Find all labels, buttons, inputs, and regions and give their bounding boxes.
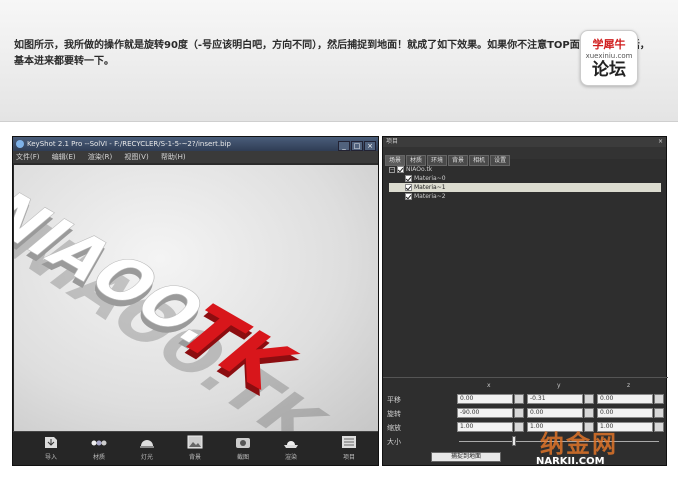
window-titlebar[interactable]: KeyShot 2.1 Pro --SolVI - F:/RECYCLER/S-…	[13, 137, 378, 151]
materials-label: 材质	[92, 454, 105, 461]
forum-logo-url: xuexiniu.com	[585, 52, 633, 60]
size-label: 大小	[387, 438, 401, 446]
lighting-icon	[140, 440, 154, 448]
rotate-x-field[interactable]: -90.00	[457, 408, 513, 418]
rotate-z-spinner[interactable]	[654, 408, 664, 418]
materials-button[interactable]: 材质	[81, 435, 117, 465]
tree-item-label: Materia~0	[414, 175, 446, 182]
tree-item-material[interactable]: Materia~2	[389, 192, 661, 201]
menu-edit[interactable]: 编辑(E)	[52, 153, 76, 161]
menu-bar: 文件(F) 编辑(E) 渲染(R) 视图(V) 帮助(H)	[13, 151, 378, 163]
translate-z-spinner[interactable]	[654, 394, 664, 404]
visibility-checkbox[interactable]	[405, 184, 412, 191]
project-label: 项目	[342, 454, 355, 461]
menu-view[interactable]: 视图(V)	[124, 153, 148, 161]
minimize-button[interactable]: _	[338, 141, 350, 151]
rotate-label: 旋转	[387, 410, 401, 418]
translate-x-spinner[interactable]	[514, 394, 524, 404]
screenshot-button[interactable]: 截图	[225, 435, 261, 465]
render-viewport[interactable]: NIAOO.TK NIAOO. NIAOO. TK TK	[14, 165, 378, 433]
close-button[interactable]: ×	[364, 141, 376, 151]
lighting-button[interactable]: 灯光	[129, 435, 165, 465]
instruction-text: 如图所示，我所做的操作就是旋转90度（-号应该明白吧，方向不同），然后捕捉到地面…	[14, 40, 650, 67]
background-icon	[187, 435, 203, 449]
materials-icon	[91, 440, 107, 446]
tree-item-label: NIAOo.tk	[406, 166, 433, 173]
tree-item-label: Materia~1	[414, 184, 446, 191]
rotate-y-spinner[interactable]	[584, 408, 594, 418]
site-watermark: 纳金网 NARKII.COM	[530, 424, 670, 472]
instruction-banner: 如图所示，我所做的操作就是旋转90度（-号应该明白吧，方向不同），然后捕捉到地面…	[0, 0, 678, 122]
tree-item-material-selected[interactable]: Materia~1	[389, 183, 661, 192]
scale-x-field[interactable]: 1.00	[457, 422, 513, 432]
import-button[interactable]: 导入	[33, 435, 69, 465]
rotate-row: 旋转 -90.00 0.00 0.00	[387, 408, 667, 419]
translate-x-field[interactable]: 0.00	[457, 394, 513, 404]
import-label: 导入	[44, 454, 57, 461]
import-icon	[45, 437, 57, 448]
translate-y-spinner[interactable]	[584, 394, 594, 404]
scene-tree: − NIAOo.tk Materia~0 Materia~1 Materia~2	[389, 165, 661, 201]
panel-close-icon[interactable]: ×	[658, 137, 663, 147]
render-label: 渲染	[284, 454, 297, 461]
forum-logo-subtitle: 论坛	[592, 60, 626, 80]
size-slider-thumb[interactable]	[512, 436, 516, 446]
translate-label: 平移	[387, 396, 401, 404]
lighting-label: 灯光	[140, 454, 153, 461]
scale-label: 缩放	[387, 424, 401, 432]
watermark-cn: 纳金网	[540, 430, 618, 458]
visibility-checkbox[interactable]	[397, 166, 404, 173]
keyshot-window: KeyShot 2.1 Pro --SolVI - F:/RECYCLER/S-…	[12, 136, 379, 466]
panel-title: 项目	[386, 138, 399, 145]
forum-logo: 学犀牛 xuexiniu.com 论坛	[580, 30, 638, 86]
menu-file[interactable]: 文件(F)	[16, 153, 40, 161]
rotate-x-spinner[interactable]	[514, 408, 524, 418]
background-button[interactable]: 背景	[177, 435, 213, 465]
project-panel: 项目 × 场景 材质 环境 背景 相机 设置 − NIAOo.tk Materia~0 Ma…	[382, 136, 668, 466]
bottom-toolbar: 导入 材质 灯光 背景 截图 渲染 项目	[13, 431, 378, 465]
rotate-z-field[interactable]: 0.00	[597, 408, 653, 418]
rotate-y-field[interactable]: 0.00	[527, 408, 583, 418]
snap-to-ground-button[interactable]: 捕捉到地面	[431, 452, 501, 462]
forum-logo-title: 学犀牛	[592, 38, 626, 51]
translate-y-field[interactable]: -0.31	[527, 394, 583, 404]
tree-item-material[interactable]: Materia~0	[389, 174, 661, 183]
render-button[interactable]: 渲染	[273, 435, 309, 465]
column-x: x	[487, 382, 491, 389]
scale-x-spinner[interactable]	[514, 422, 524, 432]
tree-item-root[interactable]: − NIAOo.tk	[389, 165, 661, 174]
screenshot-icon	[236, 438, 250, 448]
panel-titlebar: 项目 ×	[383, 137, 666, 147]
panel-tabs: 场景 材质 环境 背景 相机 设置	[383, 147, 666, 166]
render-icon	[284, 441, 298, 448]
translate-row: 平移 0.00 -0.31 0.00	[387, 394, 667, 405]
collapse-icon[interactable]: −	[389, 166, 395, 173]
project-button[interactable]: 项目	[331, 435, 367, 465]
watermark-en: NARKII.COM	[536, 456, 605, 467]
keyshot-app-icon	[16, 140, 24, 148]
column-z: z	[627, 382, 631, 389]
maximize-button[interactable]: □	[351, 141, 363, 151]
background-label: 背景	[188, 454, 201, 461]
screenshot-label: 截图	[236, 454, 249, 461]
visibility-checkbox[interactable]	[405, 175, 412, 182]
visibility-checkbox[interactable]	[405, 193, 412, 200]
project-icon	[342, 436, 356, 448]
menu-render[interactable]: 渲染(R)	[88, 153, 112, 161]
menu-help[interactable]: 帮助(H)	[161, 153, 186, 161]
tree-item-label: Materia~2	[414, 193, 446, 200]
window-title: KeyShot 2.1 Pro --SolVI - F:/RECYCLER/S-…	[27, 140, 231, 148]
column-y: y	[557, 382, 561, 389]
translate-z-field[interactable]: 0.00	[597, 394, 653, 404]
scene-render: NIAOO.TK NIAOO. NIAOO. TK TK	[14, 182, 342, 433]
